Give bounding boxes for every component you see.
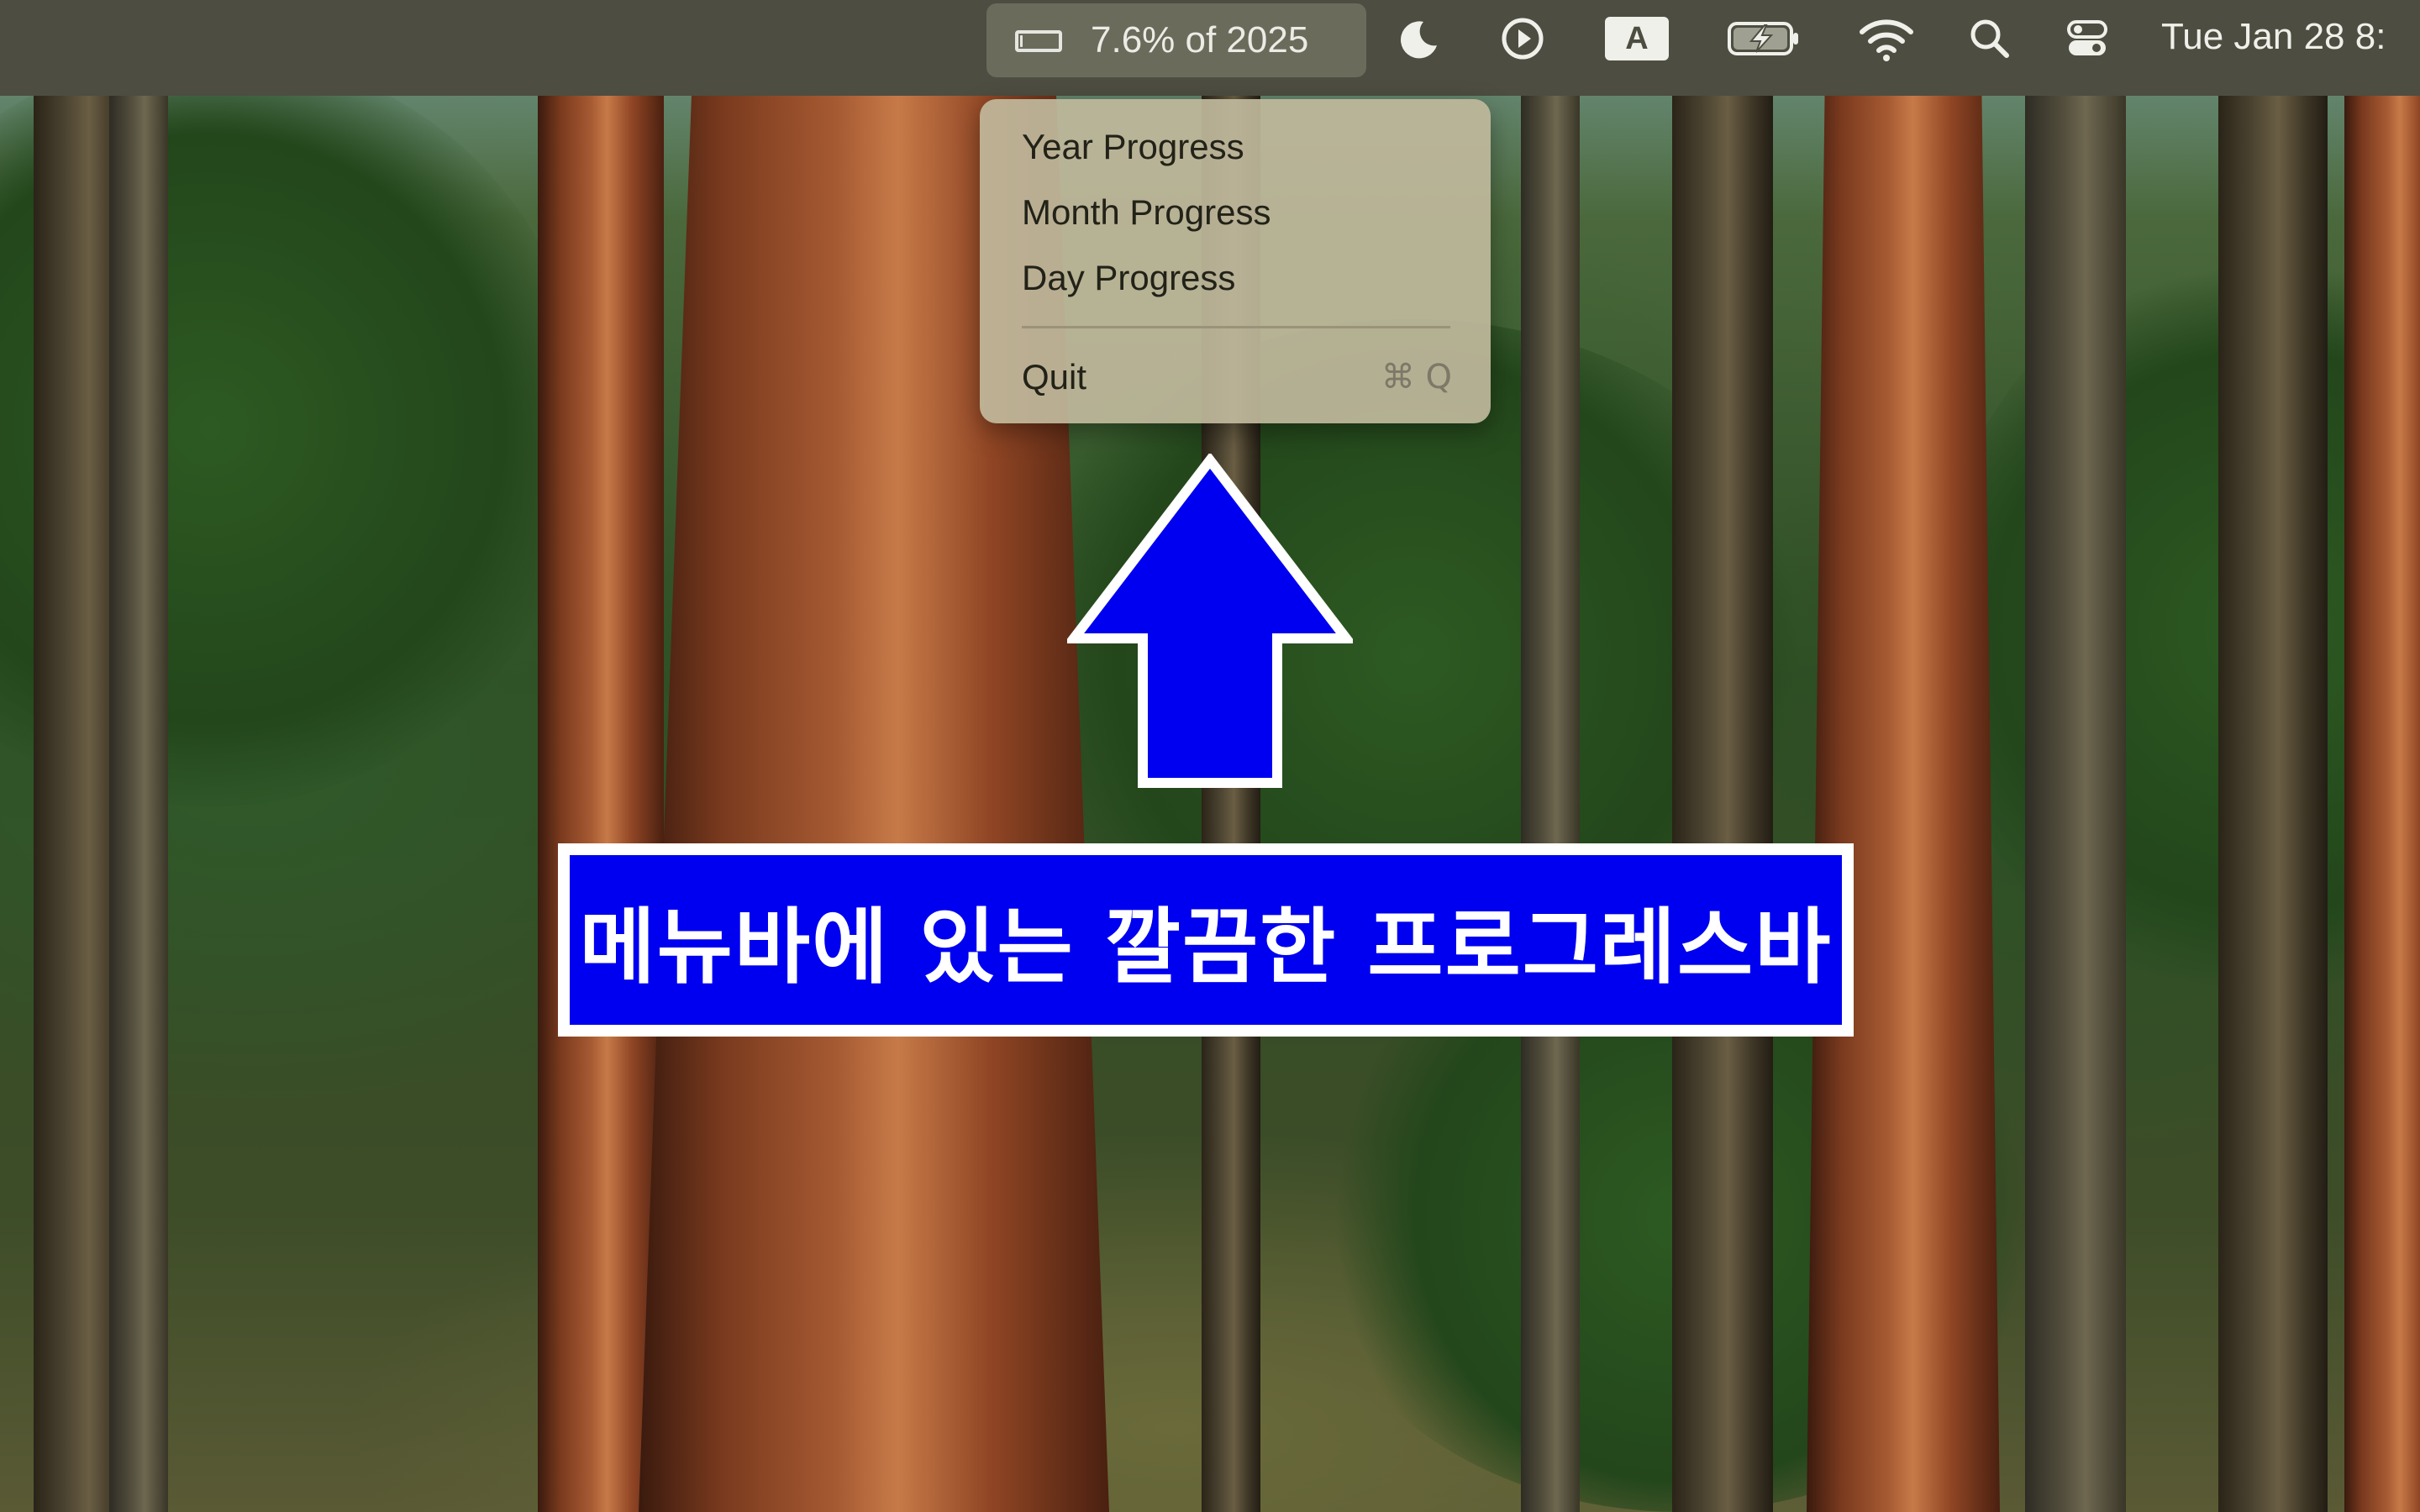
tree-trunk [538, 0, 664, 1512]
progress-bar-icon [1015, 30, 1062, 52]
play-circle-icon[interactable] [1499, 15, 1546, 62]
search-icon[interactable] [1966, 15, 2013, 62]
progress-dropdown-menu: Year Progress Month Progress Day Progres… [980, 99, 1491, 423]
menu-item-day-progress[interactable]: Day Progress [1022, 257, 1235, 299]
tree-trunk [1672, 0, 1773, 1512]
sequoia-trunk [1807, 0, 2000, 1512]
tree-trunk [109, 0, 168, 1512]
input-source-letter: A [1625, 21, 1649, 56]
menu-item-quit[interactable]: Quit [1022, 356, 1086, 398]
year-progress-status-item[interactable]: 7.6% of 2025 [986, 3, 1366, 77]
menu-bar: 7.6% of 2025 A Tue Jan 28 8: [0, 0, 2420, 96]
tree-trunk [2344, 0, 2420, 1512]
annotation-caption-box: 메뉴바에 있는 깔끔한 프로그레스바 [558, 843, 1854, 1037]
input-source-a-icon[interactable]: A [1603, 15, 1670, 62]
menu-separator [1022, 326, 1450, 328]
annotation-arrow-icon [1063, 452, 1357, 790]
tree-trunk [2218, 0, 2328, 1512]
battery-charging-icon[interactable] [1726, 15, 1802, 62]
menu-item-year-progress[interactable]: Year Progress [1022, 126, 1244, 168]
caption-background: 메뉴바에 있는 깔끔한 프로그레스바 [570, 855, 1842, 1025]
annotation-caption: 메뉴바에 있는 깔끔한 프로그레스바 [579, 900, 1833, 995]
menu-item-month-progress[interactable]: Month Progress [1022, 192, 1270, 234]
tree-trunk [2025, 0, 2126, 1512]
moon-icon[interactable] [1395, 15, 1442, 62]
tree-trunk [1521, 0, 1580, 1512]
menubar-clock[interactable]: Tue Jan 28 8: [2161, 15, 2386, 59]
quit-shortcut: ⌘ Q [1381, 358, 1452, 396]
status-item-label: 7.6% of 2025 [1091, 19, 1309, 60]
control-center-icon[interactable] [2064, 15, 2111, 62]
wifi-icon[interactable] [1859, 15, 1914, 62]
progress-bar-fill [1020, 35, 1023, 47]
